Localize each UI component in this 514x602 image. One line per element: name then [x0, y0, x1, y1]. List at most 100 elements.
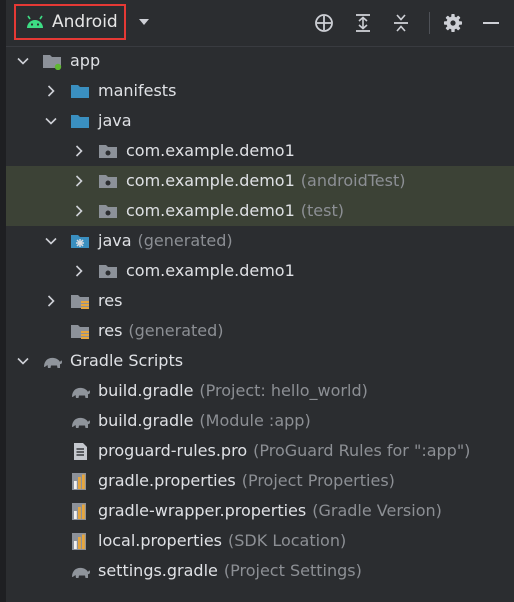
- gradle-elephant-icon: [72, 417, 90, 428]
- tree-item-hint: (Project Settings): [223, 561, 362, 580]
- module-folder-icon: [43, 55, 62, 70]
- tree-item-label: proguard-rules.pro (ProGuard Rules for ":…: [98, 441, 470, 460]
- tree-item-name: com.example.demo1: [126, 171, 295, 190]
- tree-item-hint: (SDK Location): [228, 531, 347, 550]
- tree-item-hint: (androidTest): [300, 171, 406, 190]
- tree-row[interactable]: gradle.properties (Project Properties): [6, 466, 514, 496]
- tree-item-label: com.example.demo1 (androidTest): [126, 171, 405, 190]
- tree-item-name: proguard-rules.pro: [98, 441, 248, 460]
- tree-item-name: app: [70, 51, 101, 70]
- tree-row[interactable]: java: [6, 106, 514, 136]
- tree-item-label: com.example.demo1: [126, 141, 295, 160]
- tree-row[interactable]: build.gradle (Module :app): [6, 406, 514, 436]
- tree-row[interactable]: proguard-rules.pro (ProGuard Rules for ":…: [6, 436, 514, 466]
- tree-item-label: gradle-wrapper.properties (Gradle Version…: [98, 501, 442, 520]
- tree-item-hint: (test): [300, 201, 344, 220]
- chevron-down-icon[interactable]: [16, 54, 30, 68]
- expand-all-icon[interactable]: [352, 12, 374, 34]
- tree-row[interactable]: gradle-wrapper.properties (Gradle Version…: [6, 496, 514, 526]
- chevron-down-icon[interactable]: [16, 354, 30, 368]
- android-icon: [27, 15, 43, 28]
- package-icon: [99, 265, 117, 278]
- chevron-right-icon[interactable]: [72, 174, 86, 188]
- gradle-elephant-icon: [72, 567, 90, 578]
- tree-item-name: manifests: [98, 81, 177, 100]
- chevron-down-icon[interactable]: [44, 234, 58, 248]
- view-mode-label: Android: [52, 12, 118, 32]
- tree-row[interactable]: manifests: [6, 76, 514, 106]
- chevron-down-icon[interactable]: [44, 114, 58, 128]
- chevron-right-icon[interactable]: [72, 204, 86, 218]
- generated-folder-icon: [71, 235, 89, 248]
- text-file-icon: [74, 443, 87, 460]
- tree-item-name: Gradle Scripts: [70, 351, 184, 370]
- tree-item-label: settings.gradle (Project Settings): [98, 561, 362, 580]
- tree-item-hint: (ProGuard Rules for ":app"): [253, 441, 471, 460]
- chevron-right-icon[interactable]: [72, 144, 86, 158]
- tree-item-label: res: [98, 291, 122, 310]
- minimize-icon[interactable]: [480, 12, 502, 34]
- package-icon: [99, 145, 117, 158]
- tree-item-name: gradle-wrapper.properties: [98, 501, 307, 520]
- tree-item-name: java: [98, 111, 132, 130]
- gradle-elephant-icon: [44, 357, 62, 368]
- properties-file-icon: [72, 503, 86, 520]
- res-folder-icon: [71, 295, 89, 309]
- folder-icon: [71, 85, 89, 98]
- package-icon: [99, 175, 117, 188]
- tree-item-label: build.gradle (Project: hello_world): [98, 381, 368, 400]
- project-tree: app manifests java com.example.demo1 com.exa…: [6, 46, 514, 586]
- tree-item-hint: (Project Properties): [241, 471, 395, 490]
- tree-row[interactable]: java (generated): [6, 226, 514, 256]
- tree-row[interactable]: Gradle Scripts: [6, 346, 514, 376]
- chevron-right-icon[interactable]: [72, 264, 86, 278]
- folder-icon: [71, 115, 89, 128]
- chevron-down-icon[interactable]: [136, 14, 152, 30]
- tree-item-label: java (generated): [98, 231, 233, 250]
- tree-item-name: settings.gradle: [98, 561, 218, 580]
- view-mode-selector[interactable]: Android: [14, 4, 126, 40]
- tree-item-hint: (Module :app): [199, 411, 311, 430]
- properties-file-icon: [72, 473, 86, 490]
- tree-item-name: com.example.demo1: [126, 141, 295, 160]
- tree-row[interactable]: res (generated): [6, 316, 514, 346]
- chevron-right-icon[interactable]: [44, 84, 58, 98]
- tree-row[interactable]: com.example.demo1 (test): [6, 196, 514, 226]
- tree-item-label: Gradle Scripts: [70, 351, 183, 370]
- tree-item-hint: (Gradle Version): [312, 501, 442, 520]
- tree-item-name: local.properties: [98, 531, 223, 550]
- tree-row[interactable]: local.properties (SDK Location): [6, 526, 514, 556]
- tree-item-name: com.example.demo1: [126, 261, 295, 280]
- tree-item-label: app: [70, 51, 100, 70]
- tree-item-label: build.gradle (Module :app): [98, 411, 311, 430]
- tree-row[interactable]: build.gradle (Project: hello_world): [6, 376, 514, 406]
- gear-icon[interactable]: [442, 12, 464, 34]
- chevron-right-icon[interactable]: [44, 294, 58, 308]
- tree-item-name: gradle.properties: [98, 471, 236, 490]
- tree-item-label: com.example.demo1 (test): [126, 201, 344, 220]
- tree-item-name: build.gradle: [98, 381, 194, 400]
- properties-file-icon: [72, 533, 86, 550]
- tree-item-name: res: [98, 321, 123, 340]
- tree-item-hint: (Project: hello_world): [199, 381, 368, 400]
- tree-item-name: com.example.demo1: [126, 201, 295, 220]
- tree-row[interactable]: app: [6, 46, 514, 76]
- tree-item-label: local.properties (SDK Location): [98, 531, 346, 550]
- tree-item-name: build.gradle: [98, 411, 194, 430]
- tree-row[interactable]: com.example.demo1 (androidTest): [6, 166, 514, 196]
- tree-item-label: res (generated): [98, 321, 224, 340]
- tree-row[interactable]: settings.gradle (Project Settings): [6, 556, 514, 586]
- collapse-all-icon[interactable]: [390, 12, 412, 34]
- tree-item-label: java: [98, 111, 132, 130]
- tree-row[interactable]: com.example.demo1: [6, 136, 514, 166]
- tree-item-name: java: [98, 231, 132, 250]
- tree-item-label: gradle.properties (Project Properties): [98, 471, 395, 490]
- tree-item-hint: (generated): [128, 321, 224, 340]
- tree-item-hint: (generated): [137, 231, 233, 250]
- package-icon: [99, 205, 117, 218]
- res-folder-icon: [71, 325, 89, 339]
- tree-row[interactable]: res: [6, 286, 514, 316]
- tree-row[interactable]: com.example.demo1: [6, 256, 514, 286]
- locate-icon[interactable]: [313, 12, 335, 34]
- tree-item-label: manifests: [98, 81, 176, 100]
